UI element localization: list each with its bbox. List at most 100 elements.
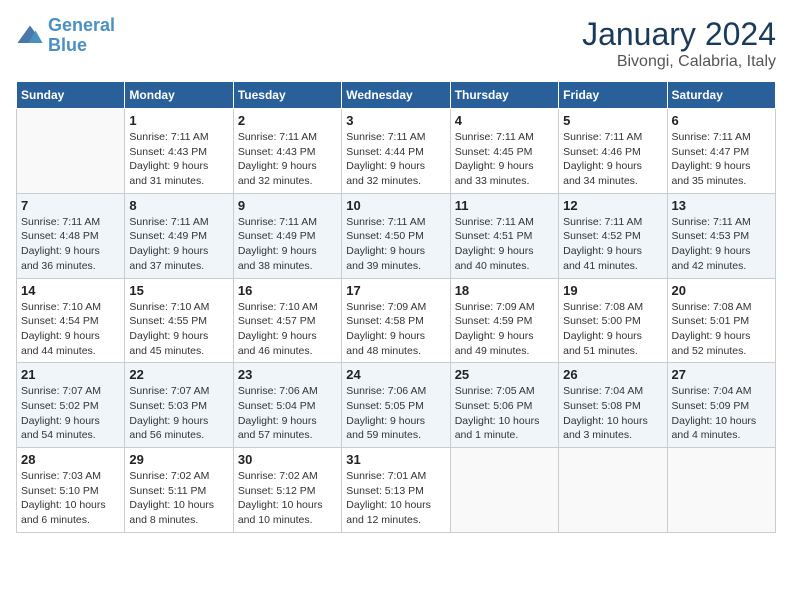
calendar-cell: 30Sunrise: 7:02 AM Sunset: 5:12 PM Dayli… <box>233 448 341 533</box>
calendar-cell: 18 Sunrise: 7:09 AM Sunset: 4:59 PM Dayli… <box>450 278 558 363</box>
calendar-cell: 20 Sunrise: 7:08 AM Sunset: 5:01 PM Dayli… <box>667 278 775 363</box>
calendar-cell: 8Sunrise: 7:11 AM Sunset: 4:49 PM Daylig… <box>125 193 233 278</box>
day-number: 23 <box>238 367 337 382</box>
day-info: Sunrise: 7:11 AM Sunset: 4:51 PM Dayligh… <box>455 215 554 274</box>
page-header: General Blue January 2024 Bivongi, Calab… <box>16 16 776 71</box>
calendar-cell: 24 Sunrise: 7:06 AM Sunset: 5:05 PM Dayli… <box>342 363 450 448</box>
day-info: Sunrise: 7:10 AM Sunset: 4:54 PM Dayligh… <box>21 300 120 359</box>
day-info: Sunrise: 7:11 AM Sunset: 4:43 PM Dayligh… <box>129 130 228 189</box>
day-number: 16 <box>238 283 337 298</box>
calendar-cell: 14 Sunrise: 7:10 AM Sunset: 4:54 PM Dayli… <box>17 278 125 363</box>
day-number: 21 <box>21 367 120 382</box>
calendar-table: SundayMondayTuesdayWednesdayThursdayFrid… <box>16 81 776 533</box>
calendar-cell: 15 Sunrise: 7:10 AM Sunset: 4:55 PM Dayli… <box>125 278 233 363</box>
day-number: 11 <box>455 198 554 213</box>
calendar-cell: 23 Sunrise: 7:06 AM Sunset: 5:04 PM Dayli… <box>233 363 341 448</box>
day-info: Sunrise: 7:02 AM Sunset: 5:11 PM Dayligh… <box>129 469 228 528</box>
day-number: 17 <box>346 283 445 298</box>
day-info: Sunrise: 7:08 AM Sunset: 5:00 PM Dayligh… <box>563 300 662 359</box>
calendar-header-thursday: Thursday <box>450 82 558 109</box>
day-info: Sunrise: 7:11 AM Sunset: 4:52 PM Dayligh… <box>563 215 662 274</box>
day-info: Sunrise: 7:09 AM Sunset: 4:59 PM Dayligh… <box>455 300 554 359</box>
calendar-week-row: 28 Sunrise: 7:03 AM Sunset: 5:10 PM Dayli… <box>17 448 776 533</box>
day-number: 24 <box>346 367 445 382</box>
day-number: 15 <box>129 283 228 298</box>
day-number: 5 <box>563 113 662 128</box>
calendar-cell: 11 Sunrise: 7:11 AM Sunset: 4:51 PM Dayli… <box>450 193 558 278</box>
day-info: Sunrise: 7:01 AM Sunset: 5:13 PM Dayligh… <box>346 469 445 528</box>
day-info: Sunrise: 7:06 AM Sunset: 5:05 PM Dayligh… <box>346 384 445 443</box>
day-number: 18 <box>455 283 554 298</box>
day-number: 4 <box>455 113 554 128</box>
day-number: 20 <box>672 283 771 298</box>
day-info: Sunrise: 7:10 AM Sunset: 4:57 PM Dayligh… <box>238 300 337 359</box>
calendar-cell: 5 Sunrise: 7:11 AM Sunset: 4:46 PM Daylig… <box>559 109 667 194</box>
calendar-cell: 22Sunrise: 7:07 AM Sunset: 5:03 PM Dayli… <box>125 363 233 448</box>
day-info: Sunrise: 7:10 AM Sunset: 4:55 PM Dayligh… <box>129 300 228 359</box>
day-number: 29 <box>129 452 228 467</box>
day-number: 26 <box>563 367 662 382</box>
calendar-cell: 3Sunrise: 7:11 AM Sunset: 4:44 PM Daylig… <box>342 109 450 194</box>
calendar-week-row: 1 Sunrise: 7:11 AM Sunset: 4:43 PM Daylig… <box>17 109 776 194</box>
calendar-cell <box>17 109 125 194</box>
day-info: Sunrise: 7:04 AM Sunset: 5:09 PM Dayligh… <box>672 384 771 443</box>
calendar-cell <box>559 448 667 533</box>
day-number: 3 <box>346 113 445 128</box>
day-number: 6 <box>672 113 771 128</box>
month-title: January 2024 <box>582 16 776 53</box>
logo-icon <box>16 22 44 50</box>
day-info: Sunrise: 7:07 AM Sunset: 5:03 PM Dayligh… <box>129 384 228 443</box>
day-info: Sunrise: 7:11 AM Sunset: 4:46 PM Dayligh… <box>563 130 662 189</box>
calendar-cell: 7 Sunrise: 7:11 AM Sunset: 4:48 PM Daylig… <box>17 193 125 278</box>
day-info: Sunrise: 7:11 AM Sunset: 4:50 PM Dayligh… <box>346 215 445 274</box>
day-info: Sunrise: 7:11 AM Sunset: 4:45 PM Dayligh… <box>455 130 554 189</box>
day-number: 19 <box>563 283 662 298</box>
calendar-cell: 26 Sunrise: 7:04 AM Sunset: 5:08 PM Dayli… <box>559 363 667 448</box>
calendar-cell: 10 Sunrise: 7:11 AM Sunset: 4:50 PM Dayli… <box>342 193 450 278</box>
day-number: 12 <box>563 198 662 213</box>
day-info: Sunrise: 7:11 AM Sunset: 4:53 PM Dayligh… <box>672 215 771 274</box>
calendar-cell <box>667 448 775 533</box>
day-number: 1 <box>129 113 228 128</box>
day-number: 31 <box>346 452 445 467</box>
logo-text: General Blue <box>48 16 115 56</box>
calendar-header-wednesday: Wednesday <box>342 82 450 109</box>
day-info: Sunrise: 7:04 AM Sunset: 5:08 PM Dayligh… <box>563 384 662 443</box>
calendar-header-tuesday: Tuesday <box>233 82 341 109</box>
day-info: Sunrise: 7:11 AM Sunset: 4:48 PM Dayligh… <box>21 215 120 274</box>
calendar-header-saturday: Saturday <box>667 82 775 109</box>
day-number: 9 <box>238 198 337 213</box>
day-info: Sunrise: 7:11 AM Sunset: 4:43 PM Dayligh… <box>238 130 337 189</box>
calendar-header-monday: Monday <box>125 82 233 109</box>
day-info: Sunrise: 7:07 AM Sunset: 5:02 PM Dayligh… <box>21 384 120 443</box>
calendar-week-row: 7 Sunrise: 7:11 AM Sunset: 4:48 PM Daylig… <box>17 193 776 278</box>
title-block: January 2024 Bivongi, Calabria, Italy <box>582 16 776 71</box>
logo: General Blue <box>16 16 115 56</box>
calendar-cell: 13Sunrise: 7:11 AM Sunset: 4:53 PM Dayli… <box>667 193 775 278</box>
calendar-cell: 29 Sunrise: 7:02 AM Sunset: 5:11 PM Dayli… <box>125 448 233 533</box>
day-number: 8 <box>129 198 228 213</box>
day-number: 10 <box>346 198 445 213</box>
day-number: 7 <box>21 198 120 213</box>
day-info: Sunrise: 7:05 AM Sunset: 5:06 PM Dayligh… <box>455 384 554 443</box>
calendar-cell: 9Sunrise: 7:11 AM Sunset: 4:49 PM Daylig… <box>233 193 341 278</box>
calendar-cell: 12 Sunrise: 7:11 AM Sunset: 4:52 PM Dayli… <box>559 193 667 278</box>
calendar-cell <box>450 448 558 533</box>
day-info: Sunrise: 7:09 AM Sunset: 4:58 PM Dayligh… <box>346 300 445 359</box>
day-info: Sunrise: 7:08 AM Sunset: 5:01 PM Dayligh… <box>672 300 771 359</box>
calendar-week-row: 21 Sunrise: 7:07 AM Sunset: 5:02 PM Dayli… <box>17 363 776 448</box>
calendar-cell: 1 Sunrise: 7:11 AM Sunset: 4:43 PM Daylig… <box>125 109 233 194</box>
day-number: 30 <box>238 452 337 467</box>
day-number: 25 <box>455 367 554 382</box>
day-info: Sunrise: 7:03 AM Sunset: 5:10 PM Dayligh… <box>21 469 120 528</box>
day-number: 28 <box>21 452 120 467</box>
calendar-cell: 6Sunrise: 7:11 AM Sunset: 4:47 PM Daylig… <box>667 109 775 194</box>
calendar-cell: 16 Sunrise: 7:10 AM Sunset: 4:57 PM Dayli… <box>233 278 341 363</box>
calendar-cell: 25 Sunrise: 7:05 AM Sunset: 5:06 PM Dayli… <box>450 363 558 448</box>
calendar-cell: 27Sunrise: 7:04 AM Sunset: 5:09 PM Dayli… <box>667 363 775 448</box>
calendar-header-row: SundayMondayTuesdayWednesdayThursdayFrid… <box>17 82 776 109</box>
day-number: 2 <box>238 113 337 128</box>
calendar-cell: 31 Sunrise: 7:01 AM Sunset: 5:13 PM Dayli… <box>342 448 450 533</box>
day-number: 14 <box>21 283 120 298</box>
day-info: Sunrise: 7:06 AM Sunset: 5:04 PM Dayligh… <box>238 384 337 443</box>
